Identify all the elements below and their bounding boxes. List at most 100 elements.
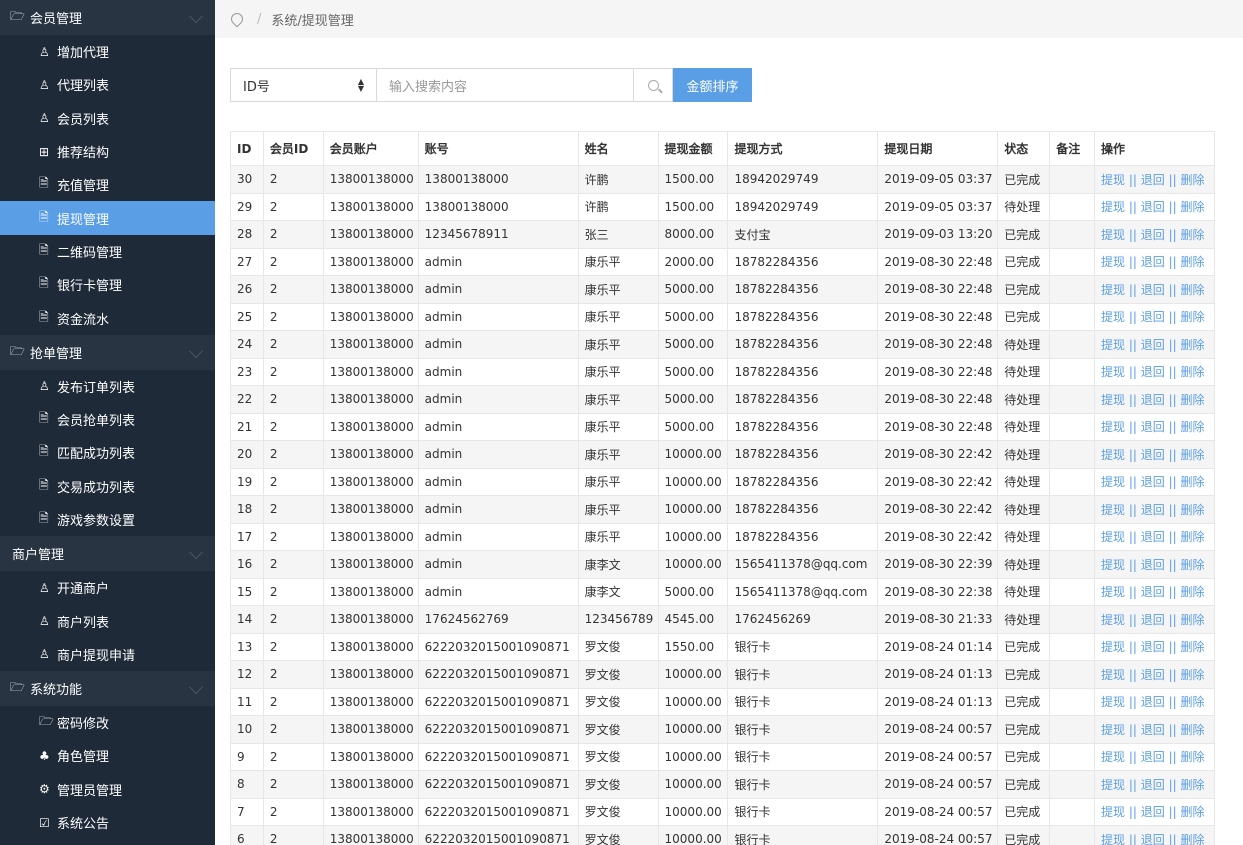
sidebar-item-0-1[interactable]: ♙ 代理列表	[0, 68, 215, 101]
sidebar-item-0-8[interactable]: 🗎 资金流水	[0, 301, 215, 334]
delete-link[interactable]: 删除	[1181, 695, 1205, 709]
return-link[interactable]: 退回	[1141, 200, 1165, 214]
sidebar-item-2-0[interactable]: ♙ 开通商户	[0, 571, 215, 604]
delete-link[interactable]: 删除	[1181, 173, 1205, 187]
sidebar-item-1-0[interactable]: ♙ 发布订单列表	[0, 370, 215, 403]
sidebar-group-1[interactable]: 🗁 抢单管理	[0, 334, 215, 370]
withdraw-link[interactable]: 提现	[1101, 613, 1125, 627]
delete-link[interactable]: 删除	[1181, 778, 1205, 792]
return-link[interactable]: 退回	[1141, 283, 1165, 297]
return-link[interactable]: 退回	[1141, 558, 1165, 572]
sidebar-item-0-4[interactable]: 🗎 充值管理	[0, 168, 215, 201]
delete-link[interactable]: 删除	[1181, 723, 1205, 737]
return-link[interactable]: 退回	[1141, 833, 1165, 845]
delete-link[interactable]: 删除	[1181, 310, 1205, 324]
sidebar-item-1-2[interactable]: 🗎 匹配成功列表	[0, 436, 215, 469]
location-pin-icon[interactable]	[228, 10, 246, 28]
withdraw-link[interactable]: 提现	[1101, 558, 1125, 572]
withdraw-link[interactable]: 提现	[1101, 833, 1125, 845]
search-button[interactable]	[634, 68, 673, 102]
delete-link[interactable]: 删除	[1181, 668, 1205, 682]
return-link[interactable]: 退回	[1141, 723, 1165, 737]
withdraw-link[interactable]: 提现	[1101, 503, 1125, 517]
sidebar-item-0-0[interactable]: ♙ 增加代理	[0, 35, 215, 68]
withdraw-link[interactable]: 提现	[1101, 420, 1125, 434]
withdraw-link[interactable]: 提现	[1101, 723, 1125, 737]
return-link[interactable]: 退回	[1141, 585, 1165, 599]
delete-link[interactable]: 删除	[1181, 448, 1205, 462]
return-link[interactable]: 退回	[1141, 393, 1165, 407]
search-input[interactable]: 输入搜索内容	[377, 68, 634, 102]
return-link[interactable]: 退回	[1141, 475, 1165, 489]
sidebar-item-1-1[interactable]: 🗎 会员抢单列表	[0, 403, 215, 436]
delete-link[interactable]: 删除	[1181, 805, 1205, 819]
delete-link[interactable]: 删除	[1181, 420, 1205, 434]
sidebar-item-3-3[interactable]: ☑ 系统公告	[0, 806, 215, 839]
withdraw-link[interactable]: 提现	[1101, 668, 1125, 682]
amount-sort-button[interactable]: 金额排序	[673, 68, 752, 102]
return-link[interactable]: 退回	[1141, 530, 1165, 544]
delete-link[interactable]: 删除	[1181, 613, 1205, 627]
sidebar-item-2-1[interactable]: ♙ 商户列表	[0, 604, 215, 637]
sidebar-item-0-5[interactable]: 🗎 提现管理	[0, 201, 215, 235]
return-link[interactable]: 退回	[1141, 640, 1165, 654]
delete-link[interactable]: 删除	[1181, 393, 1205, 407]
withdraw-link[interactable]: 提现	[1101, 448, 1125, 462]
return-link[interactable]: 退回	[1141, 503, 1165, 517]
return-link[interactable]: 退回	[1141, 310, 1165, 324]
withdraw-link[interactable]: 提现	[1101, 778, 1125, 792]
withdraw-link[interactable]: 提现	[1101, 310, 1125, 324]
sidebar-item-1-4[interactable]: 🗎 游戏参数设置	[0, 503, 215, 536]
withdraw-link[interactable]: 提现	[1101, 530, 1125, 544]
delete-link[interactable]: 删除	[1181, 200, 1205, 214]
sidebar-item-1-3[interactable]: 🗎 交易成功列表	[0, 470, 215, 503]
sidebar-item-0-2[interactable]: ♙ 会员列表	[0, 102, 215, 135]
delete-link[interactable]: 删除	[1181, 338, 1205, 352]
return-link[interactable]: 退回	[1141, 613, 1165, 627]
return-link[interactable]: 退回	[1141, 173, 1165, 187]
sidebar-group-3[interactable]: 🗁 系统功能	[0, 671, 215, 707]
return-link[interactable]: 退回	[1141, 420, 1165, 434]
delete-link[interactable]: 删除	[1181, 228, 1205, 242]
return-link[interactable]: 退回	[1141, 338, 1165, 352]
sidebar-group-2[interactable]: 商户管理	[0, 536, 215, 572]
return-link[interactable]: 退回	[1141, 365, 1165, 379]
withdraw-link[interactable]: 提现	[1101, 338, 1125, 352]
withdraw-link[interactable]: 提现	[1101, 228, 1125, 242]
sidebar-item-0-7[interactable]: 🗎 银行卡管理	[0, 268, 215, 301]
sidebar-item-2-2[interactable]: ♙ 商户提现申请	[0, 638, 215, 671]
withdraw-link[interactable]: 提现	[1101, 365, 1125, 379]
withdraw-link[interactable]: 提现	[1101, 283, 1125, 297]
search-field-select[interactable]: ID号 ▲ ▼	[230, 68, 377, 102]
delete-link[interactable]: 删除	[1181, 640, 1205, 654]
delete-link[interactable]: 删除	[1181, 283, 1205, 297]
withdraw-link[interactable]: 提现	[1101, 173, 1125, 187]
sidebar-group-0[interactable]: 🗁 会员管理	[0, 0, 215, 35]
withdraw-link[interactable]: 提现	[1101, 805, 1125, 819]
sidebar-item-3-1[interactable]: ♣ 角色管理	[0, 739, 215, 772]
return-link[interactable]: 退回	[1141, 750, 1165, 764]
delete-link[interactable]: 删除	[1181, 475, 1205, 489]
delete-link[interactable]: 删除	[1181, 530, 1205, 544]
sidebar-item-0-6[interactable]: 🗎 二维码管理	[0, 235, 215, 268]
sidebar-item-3-2[interactable]: ⚙ 管理员管理	[0, 773, 215, 806]
withdraw-link[interactable]: 提现	[1101, 475, 1125, 489]
sidebar-item-0-3[interactable]: ⊞ 推荐结构	[0, 135, 215, 168]
delete-link[interactable]: 删除	[1181, 833, 1205, 845]
withdraw-link[interactable]: 提现	[1101, 393, 1125, 407]
withdraw-link[interactable]: 提现	[1101, 585, 1125, 599]
return-link[interactable]: 退回	[1141, 695, 1165, 709]
sidebar-item-3-0[interactable]: 🗁 密码修改	[0, 706, 215, 739]
delete-link[interactable]: 删除	[1181, 503, 1205, 517]
return-link[interactable]: 退回	[1141, 668, 1165, 682]
withdraw-link[interactable]: 提现	[1101, 695, 1125, 709]
withdraw-link[interactable]: 提现	[1101, 200, 1125, 214]
withdraw-link[interactable]: 提现	[1101, 640, 1125, 654]
return-link[interactable]: 退回	[1141, 778, 1165, 792]
delete-link[interactable]: 删除	[1181, 255, 1205, 269]
return-link[interactable]: 退回	[1141, 228, 1165, 242]
delete-link[interactable]: 删除	[1181, 585, 1205, 599]
withdraw-link[interactable]: 提现	[1101, 750, 1125, 764]
delete-link[interactable]: 删除	[1181, 365, 1205, 379]
return-link[interactable]: 退回	[1141, 805, 1165, 819]
